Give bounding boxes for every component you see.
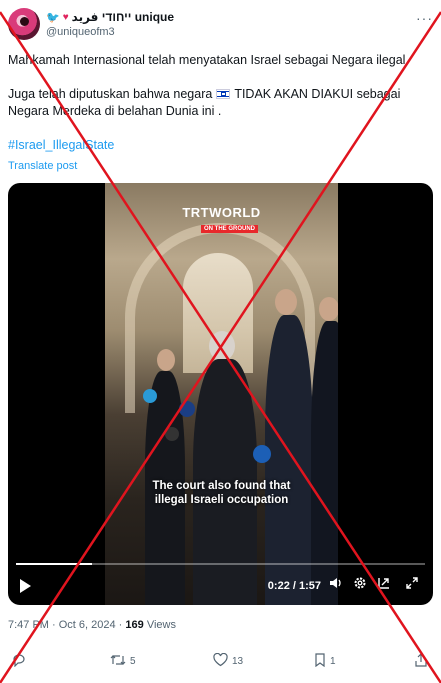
tweet-paragraph-2: Juga telah diputuskan bahwa negara TIDAK … bbox=[8, 87, 401, 118]
reply-icon bbox=[12, 653, 26, 669]
video-caption: The court also found that illegal Israel… bbox=[152, 480, 291, 506]
video-time: 0:22 / 1:57 bbox=[267, 580, 321, 592]
retweet-icon bbox=[110, 653, 126, 669]
like-button[interactable]: 13 bbox=[213, 652, 244, 669]
settings-gear-icon[interactable] bbox=[353, 575, 367, 597]
video-player[interactable]: TRTWORLD ON THE GROUND The court also fo… bbox=[8, 183, 433, 605]
video-frame: TRTWORLD ON THE GROUND The court also fo… bbox=[105, 183, 338, 605]
channel-logo: TRTWORLD bbox=[182, 205, 261, 220]
israel-flag-icon bbox=[216, 89, 231, 99]
heart-icon: ♥ bbox=[62, 11, 69, 23]
more-options-icon[interactable]: ··· bbox=[416, 10, 433, 26]
tweet-header: 🐦 ♥ ייחודי فريد unique @uniqueofm3 ··· bbox=[8, 8, 433, 42]
tweet-text: Mahkamah Internasional telah menyatakan … bbox=[8, 52, 433, 154]
share-icon bbox=[414, 653, 428, 669]
bookmark-button[interactable]: 1 bbox=[314, 653, 336, 669]
retweet-button[interactable]: 5 bbox=[110, 653, 136, 669]
author-handle[interactable]: @uniqueofm3 bbox=[46, 26, 115, 38]
bookmark-icon bbox=[314, 653, 326, 669]
tweet-time[interactable]: 7:47 PM bbox=[8, 619, 49, 631]
channel-subtitle: ON THE GROUND bbox=[201, 225, 258, 233]
share-button[interactable] bbox=[414, 653, 428, 669]
bookmark-count: 1 bbox=[330, 655, 336, 667]
avatar[interactable] bbox=[8, 8, 40, 40]
tweet-actions: 5 13 1 bbox=[0, 652, 441, 673]
like-count: 13 bbox=[232, 655, 244, 667]
translate-post-link[interactable]: Translate post bbox=[8, 160, 77, 172]
picture-in-picture-icon[interactable] bbox=[377, 575, 391, 597]
video-controls: 0:22 / 1:57 bbox=[8, 575, 433, 597]
view-count: 169 bbox=[125, 619, 144, 631]
retweet-count: 5 bbox=[130, 655, 136, 667]
tweet-date[interactable]: Oct 6, 2024 bbox=[59, 619, 116, 631]
play-icon[interactable] bbox=[20, 579, 31, 593]
fullscreen-icon[interactable] bbox=[405, 575, 419, 597]
reply-button[interactable] bbox=[12, 653, 26, 669]
heart-outline-icon bbox=[213, 652, 228, 669]
volume-icon[interactable] bbox=[329, 575, 343, 597]
tweet-paragraph-1: Mahkamah Internasional telah menyatakan … bbox=[8, 53, 409, 67]
tweet-meta: 7:47 PM · Oct 6, 2024 · 169 Views bbox=[8, 619, 176, 631]
video-progress-bar[interactable] bbox=[16, 563, 425, 565]
display-name: ייחודי فريد unique bbox=[71, 10, 175, 24]
hashtag-link[interactable]: #Israel_IllegalState bbox=[8, 138, 114, 152]
video-progress-fill bbox=[16, 563, 93, 565]
author-name[interactable]: 🐦 ♥ ייחודי فريد unique bbox=[46, 10, 174, 24]
twitter-bird-icon: 🐦 bbox=[46, 11, 60, 24]
